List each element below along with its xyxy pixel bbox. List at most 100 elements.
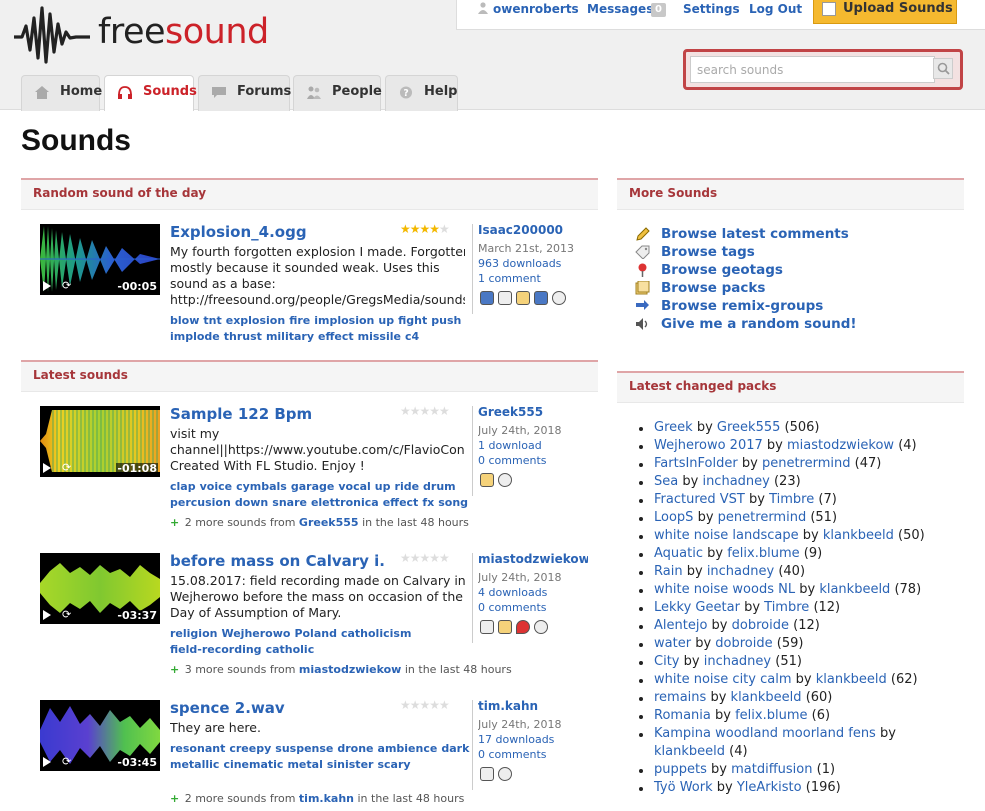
comments-link[interactable]: 0 comments — [478, 453, 588, 468]
pack-link[interactable]: water — [654, 636, 691, 651]
tag-link[interactable]: field-recording — [170, 643, 262, 656]
pack-link[interactable]: Rain — [654, 564, 683, 579]
pack-link[interactable]: FartsInFolder — [654, 456, 738, 471]
tag-link[interactable]: drum — [423, 480, 456, 493]
pack-link[interactable]: Fractured VST — [654, 492, 745, 507]
plus-icon[interactable]: + — [170, 792, 179, 805]
downloads-link[interactable]: 963 downloads — [478, 256, 588, 271]
tag-link[interactable]: voice — [200, 480, 232, 493]
waveform-player[interactable]: ⟳ -00:05 — [40, 224, 160, 295]
tab-forums[interactable]: Forums — [198, 75, 291, 111]
tag-link[interactable]: push — [431, 314, 461, 327]
pack-link[interactable]: Työ Work — [654, 780, 713, 795]
pack-user-link[interactable]: penetrermind — [762, 456, 851, 471]
pack-user-link[interactable]: miastodzwiekow — [787, 438, 894, 453]
downloads-link[interactable]: 1 download — [478, 438, 588, 453]
settings-link[interactable]: Settings — [683, 2, 740, 16]
pack-link[interactable]: Greek — [654, 420, 693, 435]
pack-link[interactable]: white noise landscape — [654, 528, 799, 543]
browse-comments-link[interactable]: Browse latest comments — [635, 225, 849, 243]
loop-icon[interactable]: ⟳ — [62, 461, 71, 474]
tag-link[interactable]: snare — [272, 496, 307, 509]
tag-link[interactable]: metallic — [170, 758, 219, 771]
tag-link[interactable]: Wejherowo — [221, 627, 290, 640]
tag-link[interactable]: clap — [170, 480, 196, 493]
tag-link[interactable]: metal — [287, 758, 322, 771]
tag-link[interactable]: drone — [337, 742, 373, 755]
pack-user-link[interactable]: klankbeeld — [731, 690, 802, 705]
pack-link[interactable]: LoopS — [654, 510, 693, 525]
messages-link[interactable]: Messages — [587, 2, 653, 16]
pack-user-link[interactable]: klankbeeld — [823, 528, 894, 543]
comments-link[interactable]: 1 comment — [478, 271, 588, 286]
plus-icon[interactable]: + — [170, 516, 179, 529]
tag-link[interactable]: catholicism — [341, 627, 411, 640]
pack-user-link[interactable]: penetrermind — [718, 510, 807, 525]
comments-link[interactable]: 0 comments — [478, 600, 588, 615]
freesound-logo[interactable]: freesound — [14, 2, 269, 66]
tag-link[interactable]: religion — [170, 627, 217, 640]
tag-link[interactable]: up — [375, 480, 391, 493]
user-link[interactable]: Greek555 — [478, 405, 588, 420]
browse-geotags-link[interactable]: Browse geotags — [635, 261, 783, 279]
tag-link[interactable]: ambience — [378, 742, 438, 755]
pack-user-link[interactable]: inchadney — [707, 564, 774, 579]
pack-user-link[interactable]: felix.blume — [727, 546, 799, 561]
rating-stars[interactable]: ★★★★★ — [400, 222, 450, 236]
tag-link[interactable]: tnt — [203, 314, 221, 327]
tag-link[interactable]: down — [235, 496, 268, 509]
loop-icon[interactable]: ⟳ — [62, 755, 71, 768]
tag-link[interactable]: garage — [291, 480, 334, 493]
pack-user-link[interactable]: Greek555 — [717, 420, 780, 435]
pack-user-link[interactable]: Timbre — [764, 600, 809, 615]
play-icon[interactable] — [43, 281, 51, 291]
tag-link[interactable]: explosion — [226, 314, 285, 327]
rating-stars[interactable]: ★★★★★ — [400, 404, 450, 418]
tag-link[interactable]: implode — [170, 330, 220, 343]
user-link[interactable]: miastodzwiekow — [478, 552, 588, 567]
loop-icon[interactable]: ⟳ — [62, 279, 71, 292]
pack-user-link[interactable]: klankbeeld — [654, 744, 725, 759]
waveform-player[interactable]: ⟳ -01:08 — [40, 406, 160, 477]
downloads-link[interactable]: 17 downloads — [478, 732, 588, 747]
rating-stars[interactable]: ★★★★★ — [400, 698, 450, 712]
pack-link[interactable]: Aquatic — [654, 546, 703, 561]
logout-link[interactable]: Log Out — [749, 2, 802, 16]
user-link[interactable]: Isaac200000 — [478, 223, 588, 238]
tag-link[interactable]: Poland — [294, 627, 337, 640]
tag-link[interactable]: missile — [358, 330, 401, 343]
pack-user-link[interactable]: dobroide — [732, 618, 789, 633]
search-button[interactable] — [933, 58, 953, 79]
pack-link[interactable]: white noise woods NL — [654, 582, 795, 597]
pack-user-link[interactable]: inchadney — [704, 654, 771, 669]
tag-link[interactable]: military — [266, 330, 314, 343]
user-link[interactable]: tim.kahn — [478, 699, 588, 714]
tab-sounds[interactable]: Sounds — [104, 75, 197, 111]
tag-link[interactable]: suspense — [275, 742, 333, 755]
plus-icon[interactable]: + — [170, 663, 179, 676]
tag-link[interactable]: percusion — [170, 496, 231, 509]
username-link[interactable]: owenroberts — [493, 2, 579, 16]
tag-link[interactable]: fx — [422, 496, 434, 509]
tag-link[interactable]: cymbals — [236, 480, 287, 493]
tag-link[interactable]: effect — [383, 496, 419, 509]
random-sound-link[interactable]: Give me a random sound! — [635, 315, 857, 333]
play-icon[interactable] — [43, 610, 51, 620]
tag-link[interactable]: fight — [398, 314, 427, 327]
pack-link[interactable]: Alentejo — [654, 618, 707, 633]
tag-link[interactable]: blow — [170, 314, 199, 327]
more-user-link[interactable]: Greek555 — [299, 516, 359, 529]
rating-stars[interactable]: ★★★★★ — [400, 551, 450, 565]
more-user-link[interactable]: tim.kahn — [299, 792, 354, 805]
browse-tags-link[interactable]: Browse tags — [635, 243, 755, 261]
tag-link[interactable]: effect — [318, 330, 354, 343]
tag-link[interactable]: thrust — [224, 330, 262, 343]
tag-link[interactable]: cinematic — [223, 758, 283, 771]
pack-user-link[interactable]: inchadney — [702, 474, 769, 489]
tab-help[interactable]: ? Help — [385, 75, 458, 111]
upload-sounds-button[interactable]: Upload Sounds — [813, 0, 957, 24]
pack-link[interactable]: Romania — [654, 708, 711, 723]
sound-title-link[interactable]: Explosion_4.ogg — [170, 223, 385, 241]
sound-title-link[interactable]: spence 2.wav — [170, 699, 385, 717]
tag-link[interactable]: dark — [441, 742, 469, 755]
